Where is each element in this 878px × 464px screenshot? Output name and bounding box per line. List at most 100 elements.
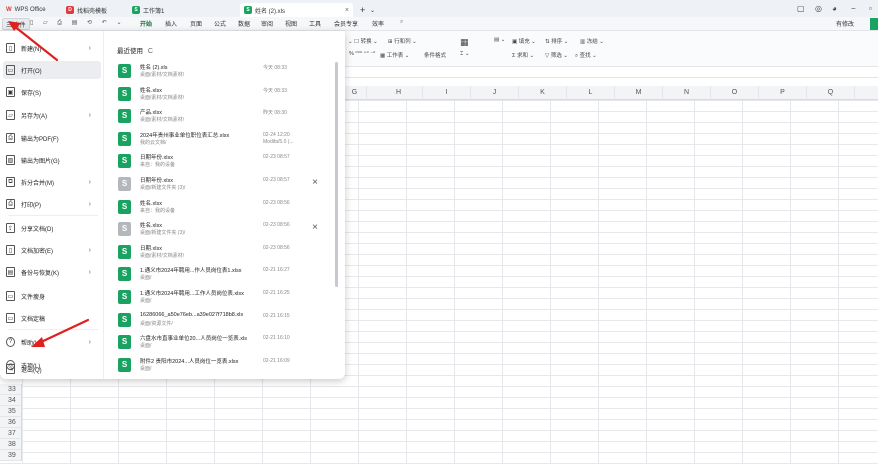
tab-efficiency[interactable]: 效率 [372,19,384,28]
file-menu-item-11[interactable]: ▭ 文件瘦身 [3,287,101,305]
recent-file-device: Modifa/5.0 (... [263,138,294,145]
column-header[interactable]: I [423,86,471,100]
recent-list-scrollbar[interactable] [335,62,338,287]
table-style-icon[interactable]: ▦ [460,37,469,48]
recent-file-item[interactable]: S 姓名.xlsx 来自：我的设备 02-23 08:56 [112,196,330,220]
file-menu-item-3[interactable]: ▱ 另存为(A) › [3,106,101,124]
column-header[interactable]: M [615,86,663,100]
minimize-icon[interactable]: − [851,4,856,13]
worksheet-button[interactable]: ▦ 工作表 ⌄ [380,51,409,59]
row-number[interactable]: 37 [0,428,22,439]
remove-recent-icon[interactable]: × [312,222,318,233]
sum-button[interactable]: Σ 求和 ⌄ [512,51,534,59]
recent-file-name: 附件2 贵阳市2024...人员岗位一览表.xlsx [140,358,239,365]
column-header[interactable]: J [471,86,519,100]
file-menu-button[interactable]: 三 文件 [2,18,30,30]
column-header[interactable]: Q [807,86,855,100]
file-menu-item-4[interactable]: ⎙ 输出为PDF(F) [3,129,101,147]
recent-file-name: 姓名 (2).xls [140,65,168,71]
file-menu-item-7[interactable]: ⎙ 打印(P) › [3,195,101,213]
tab-formula[interactable]: 公式 [214,19,226,28]
window-layout-icon[interactable]: ▢ [797,4,805,13]
tab-insert[interactable]: 插入 [165,19,177,28]
recent-file-item[interactable]: S 日期年份.xlsx 桌面/新建文件夹 (3)/ 02-23 08:57 × [112,173,330,197]
rows-cols-button[interactable]: ⊞ 行和列 ⌄ [388,37,417,45]
file-menu-item-8[interactable]: ⇪ 分享文档(D) [3,219,101,237]
file-menu-item-label: 输出为PDF(F) [21,136,59,143]
tab-template[interactable]: D 找稻壳模板 [62,3,111,17]
row-number[interactable]: 35 [0,406,22,417]
file-menu-item-12[interactable]: ▭ 文档定稿 [3,309,101,327]
remove-recent-icon[interactable]: × [312,177,318,188]
tab-home[interactable]: 开始 [140,19,152,28]
share-button[interactable]: 有修改 [836,19,854,28]
column-header[interactable]: G [343,86,367,100]
convert-button[interactable]: ⌄ ☐ 转换 ⌄ [348,37,378,45]
recent-file-item[interactable]: S 2024年贵州事业单位职位表汇总.xlsx 我的云文档/02-24 12:20 M… [112,128,330,152]
column-header[interactable]: N [663,86,711,100]
recent-file-item[interactable]: S 16286066_a50e76eb...a39e027f718b8.xls 桌面… [112,309,330,333]
recent-file-item[interactable]: S 六盘水市直事业单位20...人员岗位一览表.xls 桌面/02-21 16:10 [112,331,330,355]
recent-file-path: 桌面/新建文件夹 (3)/ [140,185,186,191]
fill-button[interactable]: ▣ 填充 ⌄ [512,37,536,45]
file-menu-item-6[interactable]: ⧉ 拆分合并(M) › [3,173,101,191]
recent-file-item[interactable]: S 日期.xlsx 桌面/素材/文档素材/02-23 08:56 [112,241,330,265]
file-menu-item-label: 文档加密(E) [21,248,53,255]
row-number[interactable]: 39 [0,450,22,461]
sort-button[interactable]: ⇅ 排序 ⌄ [545,37,568,45]
file-menu-item-label: 拆分合并(M) [21,180,54,187]
column-header[interactable]: K [519,86,567,100]
column-header[interactable]: H [375,86,423,100]
tab-review[interactable]: 审阅 [261,19,273,28]
conditional-format-button[interactable]: 条件格式 [424,51,446,59]
recent-file-item[interactable]: S 姓名.xlsx 桌面/素材/文档素材/今天 08:33 [112,83,330,107]
row-number[interactable]: 36 [0,417,22,428]
file-menu-item-1[interactable]: ▭ 打开(O) [3,61,101,79]
file-menu-item-10[interactable]: ▤ 备份与恢复(K) › [3,263,101,281]
tab-wps-home[interactable]: W WPS Office [2,3,50,17]
freeze-button[interactable]: ▥ 冻结 ⌄ [580,37,604,45]
cell-button[interactable]: ⌶ ⌄ [460,51,469,58]
close-tab-icon[interactable]: × [345,7,349,14]
quick-access-toolbar-icons[interactable]: ▯ ▱ ⎙ ▤ ⟲ ↶ ⌄ [30,19,125,27]
number-format-icons[interactable]: % ⁰⁰⁰ ⁺⁰ ⁻⁰ [349,51,375,57]
tab-data[interactable]: 数据 [238,19,250,28]
column-header[interactable]: O [711,86,759,100]
tab-tools[interactable]: 工具 [309,19,321,28]
recent-file-item[interactable]: S 姓名 (2).xls 桌面/素材/文档素材/今天 08:33 [112,60,330,84]
row-number[interactable]: 34 [0,395,22,406]
tab-workbook1[interactable]: S 工作簿1 [128,3,168,17]
row-number[interactable]: 33 [0,384,22,395]
recent-file-item[interactable]: S 1.通义市2024年聘用...作人员岗位表1.xlsx 桌面/02-21 16:… [112,263,330,287]
file-menu-item-0[interactable]: ▯ 新建(N) › [3,39,101,57]
recent-file-item[interactable]: S 日期年份.xlsx 来自：我的设备 02-23 08:57 [112,150,330,174]
tab-list-dropdown[interactable]: ⌄ [366,3,379,17]
file-menu-item-9[interactable]: ▯ 文档加密(E) › [3,241,101,259]
spreadsheet-file-icon: S [118,357,131,372]
file-menu-item-5[interactable]: ▨ 输出为图片(G) [3,151,101,169]
recent-file-item[interactable]: S 姓名.xlsx 桌面/新建文件夹 (3)/ 02-23 08:56 × [112,218,330,242]
theme-icon[interactable]: ◎ [815,4,822,13]
column-header[interactable]: L [567,86,615,100]
tab-view[interactable]: 视图 [285,19,297,28]
recent-file-item[interactable]: S 产品.xlsx 桌面/素材/文档素材/昨天 08:30 [112,105,330,129]
tab-active-file[interactable]: S 姓名 (2).xls × [240,3,353,17]
refresh-icon[interactable]: C [148,48,153,55]
recent-file-name: 姓名.xlsx [140,87,163,94]
maximize-icon[interactable]: ▫ [869,4,872,13]
recent-file-name: 姓名.xlsx [140,223,163,230]
file-menu-item-13[interactable]: ? 帮助(H) › [3,333,101,351]
tab-member[interactable]: 会员专享 [334,19,358,28]
column-header[interactable]: P [759,86,807,100]
filter-button[interactable]: ▽ 筛选 ⌄ [545,51,568,59]
row-number[interactable]: 38 [0,439,22,450]
file-menu-item-2[interactable]: ▣ 保存(S) [3,83,101,101]
file-menu-item-15[interactable]: ⇥ 退出(Q) [3,360,101,378]
avatar-icon[interactable]: ◕ [832,4,837,13]
find-button[interactable]: ⌕ 查找 ⌄ [575,51,597,60]
recent-file-item[interactable]: S 附件2 贵阳市2024...人员岗位一览表.xlsx 桌面/02-21 16:0… [112,354,330,378]
tab-page[interactable]: 页面 [190,19,202,28]
search-icon[interactable]: ⌕ [400,19,403,26]
cell-style-icon[interactable]: ▤ ⌄ [494,37,505,43]
recent-file-item[interactable]: S 1.通义市2024年聘用...工作人员岗位表.xlsx 桌面/02-21 16:… [112,286,330,310]
